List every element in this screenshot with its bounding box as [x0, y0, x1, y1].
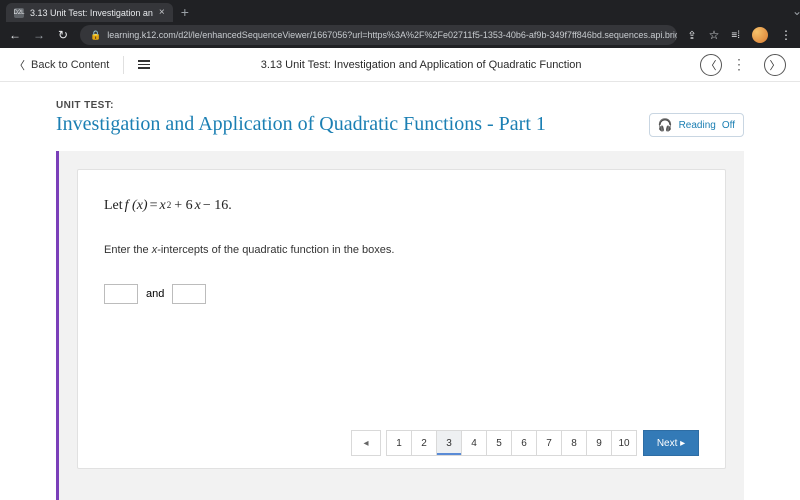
pager-page-1[interactable]: 1 [386, 430, 412, 456]
lock-icon: 🔒 [90, 30, 101, 41]
reading-toggle[interactable]: 🎧 Reading Off [649, 113, 744, 137]
page-title: Investigation and Application of Quadrat… [56, 113, 546, 136]
x-intercept-input-1[interactable] [104, 284, 138, 304]
back-to-content-link[interactable]: 〈 Back to Content [14, 57, 109, 73]
pager-page-9[interactable]: 9 [586, 430, 612, 456]
pager-page-6[interactable]: 6 [511, 430, 537, 456]
tab-bar: D2L 3.13 Unit Test: Investigation an × +… [0, 0, 800, 22]
kebab-menu-icon[interactable]: ⋮ [780, 28, 792, 42]
pager-page-5[interactable]: 5 [486, 430, 512, 456]
toolbar-right: ⇪ ☆ ≡⁞ ⋮ [687, 27, 792, 43]
toolbar: ← → ↻ 🔒 learning.k12.com/d2l/le/enhanced… [0, 22, 800, 48]
next-page-button[interactable]: 〉 [764, 54, 786, 76]
chevron-left-icon: 〈 [14, 57, 25, 73]
hamburger-icon[interactable] [138, 60, 150, 69]
url-text: learning.k12.com/d2l/le/enhancedSequence… [107, 30, 677, 40]
content-area: UNIT TEST: Investigation and Application… [0, 82, 800, 500]
browser-tab[interactable]: D2L 3.13 Unit Test: Investigation an × [6, 3, 173, 22]
favicon: D2L [14, 8, 24, 18]
browser-chrome: D2L 3.13 Unit Test: Investigation an × +… [0, 0, 800, 48]
lms-header: 〈 Back to Content 3.13 Unit Test: Invest… [0, 48, 800, 82]
pager-page-8[interactable]: 8 [561, 430, 587, 456]
profile-avatar[interactable] [752, 27, 768, 43]
pager-next[interactable]: Next ▸ [643, 430, 699, 456]
tab-title: 3.13 Unit Test: Investigation an [30, 8, 153, 18]
pager-page-10[interactable]: 10 [611, 430, 637, 456]
window-menu-icon[interactable]: ⌄ [784, 4, 800, 22]
pager-prev[interactable]: ◂ [351, 430, 381, 456]
back-label: Back to Content [31, 59, 109, 71]
question-stage: Let f (x) = x2 + 6 x − 16. Enter the x-i… [56, 151, 744, 500]
pagination: ◂ 12345678910 Next ▸ [104, 410, 699, 456]
more-icon[interactable]: ⋮ [732, 56, 746, 73]
equation: Let f (x) = x2 + 6 x − 16. [104, 198, 699, 214]
close-tab-icon[interactable]: × [159, 7, 165, 18]
prev-page-button[interactable]: 〈 [700, 54, 722, 76]
address-bar[interactable]: 🔒 learning.k12.com/d2l/le/enhancedSequen… [80, 25, 677, 45]
forward-icon: → [32, 28, 46, 42]
share-icon[interactable]: ⇪ [687, 29, 696, 42]
headphones-icon: 🎧 [658, 118, 673, 132]
pager-page-3[interactable]: 3 [436, 430, 462, 456]
unit-label: UNIT TEST: [56, 100, 744, 111]
new-tab-button[interactable]: + [173, 4, 197, 22]
reading-state: Off [722, 120, 735, 131]
pager-page-7[interactable]: 7 [536, 430, 562, 456]
and-label: and [146, 288, 164, 300]
pager-page-2[interactable]: 2 [411, 430, 437, 456]
x-intercept-input-2[interactable] [172, 284, 206, 304]
bookmark-icon[interactable]: ☆ [709, 28, 720, 42]
lms-title: 3.13 Unit Test: Investigation and Applic… [150, 59, 692, 71]
divider [123, 56, 124, 74]
pager-page-4[interactable]: 4 [461, 430, 487, 456]
answer-row: and [104, 284, 699, 304]
reload-icon[interactable]: ↻ [56, 28, 70, 42]
question-card: Let f (x) = x2 + 6 x − 16. Enter the x-i… [77, 169, 726, 469]
back-icon[interactable]: ← [8, 28, 22, 42]
reading-label: Reading [679, 120, 716, 131]
question-prompt: Enter the x-intercepts of the quadratic … [104, 244, 699, 256]
title-row: Investigation and Application of Quadrat… [56, 113, 744, 137]
extensions-icon[interactable]: ≡⁞ [731, 30, 740, 41]
